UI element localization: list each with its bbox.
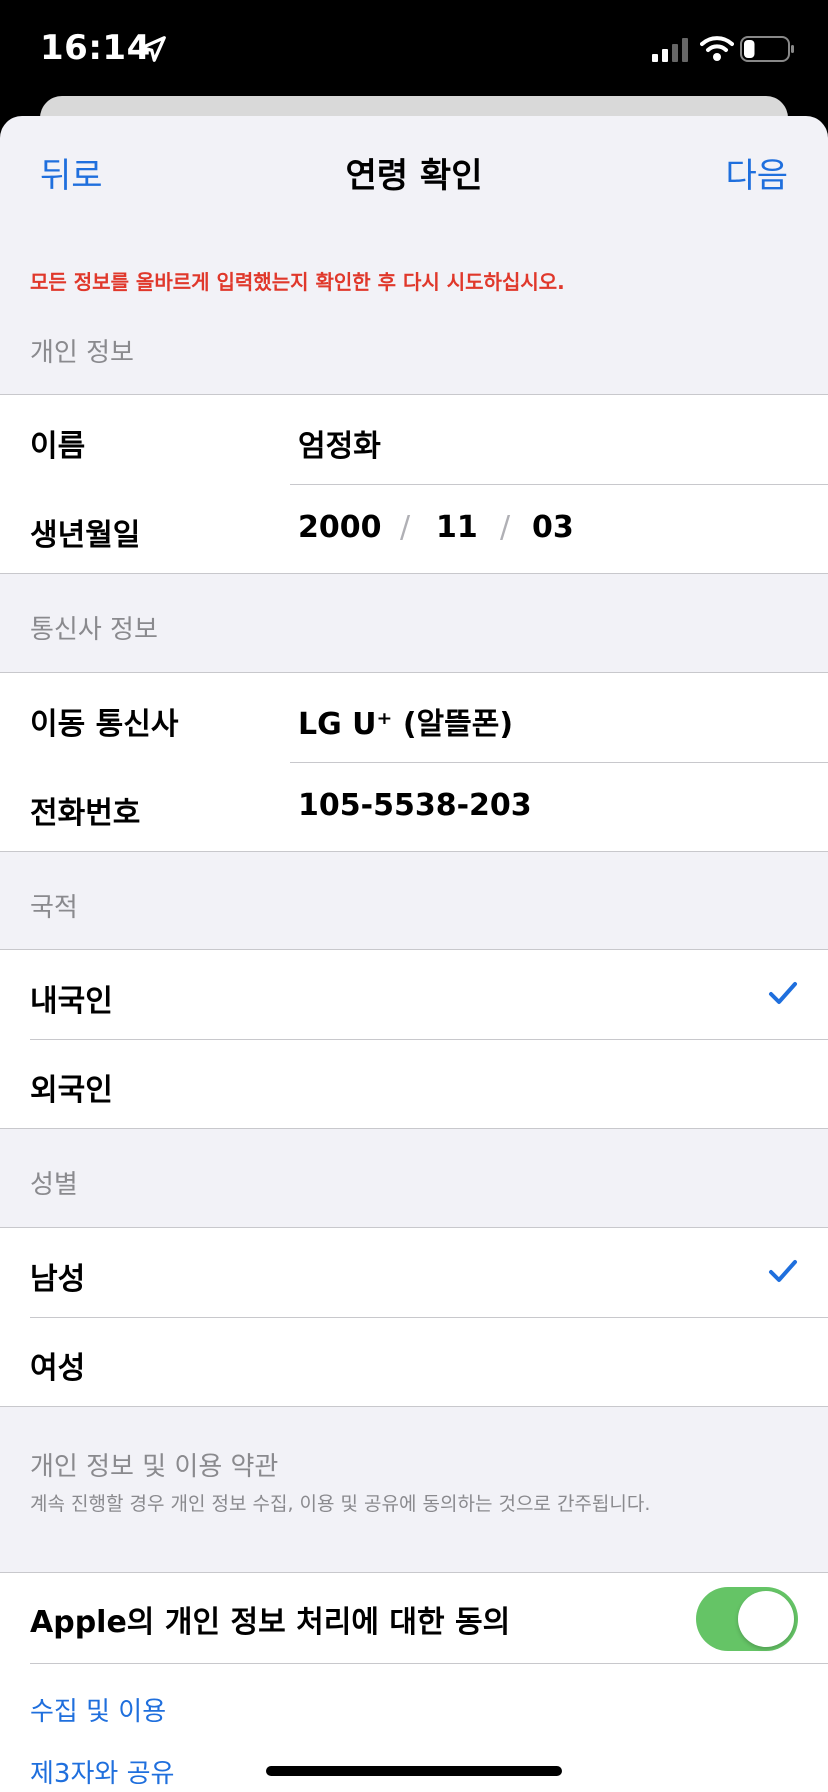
nationality-option-label: 외국인 [30, 1073, 113, 1108]
birthdate-row[interactable]: 생년월일 2000 / 11 / 03 [0, 484, 828, 573]
page-title: 연령 확인 [345, 156, 483, 196]
toggle-knob [738, 1591, 794, 1647]
checkmark-icon [769, 982, 797, 1004]
birth-day-field[interactable]: 03 [532, 510, 574, 545]
birth-year-field[interactable]: 2000 [298, 510, 382, 545]
date-separator: / [400, 510, 411, 545]
section-header-personal: 개인 정보 [30, 338, 134, 368]
checkmark-icon [769, 1260, 797, 1282]
collection-use-link[interactable]: 수집 및 이용 [30, 1691, 166, 1728]
carrier-label: 이동 통신사 [30, 707, 179, 742]
gender-option-female[interactable]: 여성 [0, 1317, 828, 1406]
nationality-option-foreign[interactable]: 외국인 [0, 1039, 828, 1128]
carrier-info-group: 이동 통신사 LG U⁺ (알뜰폰) 전화번호 105-5538-203 [0, 672, 828, 852]
consent-toggle[interactable] [696, 1587, 798, 1651]
name-field[interactable]: 엄정화 [298, 421, 381, 465]
consent-label: Apple의 개인 정보 처리에 대한 동의 [30, 1605, 511, 1640]
phone-row[interactable]: 전화번호 105-5538-203 [0, 762, 828, 851]
phone-field[interactable]: 105-5538-203 [298, 788, 532, 823]
location-arrow-icon [140, 36, 166, 62]
navigation-bar: 뒤로 연령 확인 다음 [0, 116, 828, 226]
cellular-signal-icon [652, 38, 688, 62]
gender-option-label: 여성 [30, 1351, 86, 1386]
gender-group: 남성 여성 [0, 1227, 828, 1407]
personal-info-group: 이름 엄정화 생년월일 2000 / 11 / 03 [0, 394, 828, 574]
phone-label: 전화번호 [30, 796, 141, 831]
battery-icon [740, 36, 794, 62]
next-button[interactable]: 다음 [725, 148, 788, 197]
date-separator: / [500, 510, 511, 545]
status-bar: 16:14 [0, 0, 828, 100]
status-time: 16:14 [40, 28, 151, 68]
section-header-gender: 성별 [30, 1170, 78, 1200]
gender-option-male[interactable]: 남성 [0, 1228, 828, 1317]
consent-group: Apple의 개인 정보 처리에 대한 동의 수집 및 이용 제3자와 공유 [0, 1572, 828, 1792]
error-message: 모든 정보를 올바르게 입력했는지 확인한 후 다시 시도하십시오. [30, 270, 565, 294]
carrier-value[interactable]: LG U⁺ (알뜰폰) [298, 699, 513, 743]
third-party-sharing-link[interactable]: 제3자와 공유 [30, 1753, 174, 1790]
divider [30, 1663, 828, 1664]
birthdate-label: 생년월일 [30, 518, 141, 553]
gender-option-label: 남성 [30, 1262, 86, 1297]
birth-month-field[interactable]: 11 [436, 510, 478, 545]
section-header-nationality: 국적 [30, 893, 78, 923]
age-verification-sheet: 뒤로 연령 확인 다음 모든 정보를 올바르게 입력했는지 확인한 후 다시 시… [0, 116, 828, 1792]
nationality-option-domestic[interactable]: 내국인 [0, 950, 828, 1039]
section-header-carrier: 통신사 정보 [30, 615, 158, 645]
home-indicator [266, 1766, 562, 1776]
name-label: 이름 [30, 429, 86, 464]
nationality-option-label: 내국인 [30, 984, 113, 1019]
terms-title: 개인 정보 및 이용 약관 [30, 1452, 279, 1482]
carrier-row[interactable]: 이동 통신사 LG U⁺ (알뜰폰) [0, 673, 828, 762]
terms-description: 계속 진행할 경우 개인 정보 수집, 이용 및 공유에 동의하는 것으로 간주… [30, 1493, 651, 1515]
wifi-icon [700, 36, 734, 61]
nationality-group: 내국인 외국인 [0, 949, 828, 1129]
name-row[interactable]: 이름 엄정화 [0, 395, 828, 484]
